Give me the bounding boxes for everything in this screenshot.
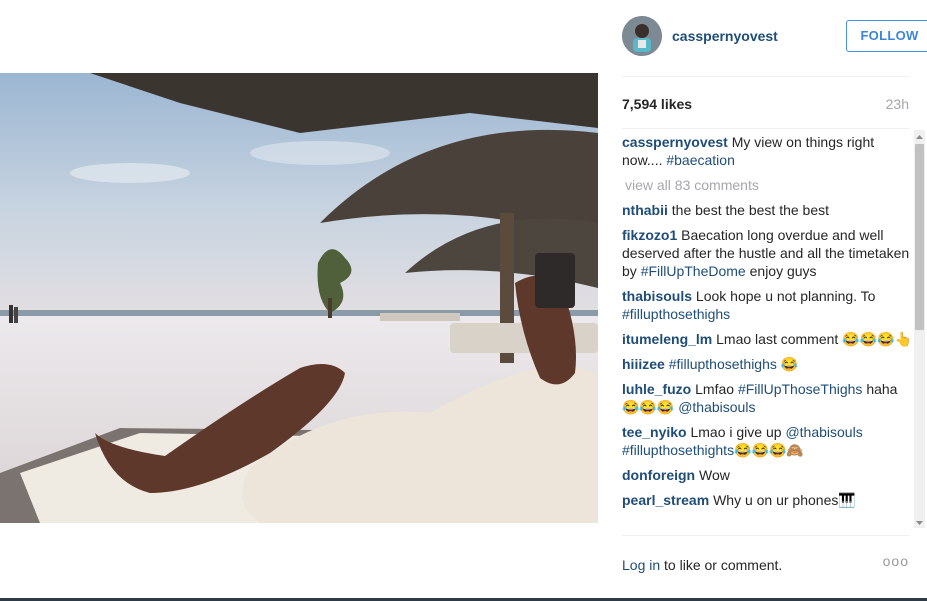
comment-item: donforeign Wow xyxy=(622,466,912,484)
footer-divider xyxy=(622,535,909,536)
view-all-comments-link[interactable]: view all 83 comments xyxy=(625,176,912,194)
comment-item: hiiizee #fillupthosethighs 😂 xyxy=(622,355,912,373)
comment-item: thabisouls Look hope u not planning. To … xyxy=(622,287,912,323)
comment-text: 😂😂😂🙈 xyxy=(734,442,804,458)
post-photo[interactable] xyxy=(0,73,598,523)
caption: casspernyovest My view on things right n… xyxy=(622,133,912,169)
comment-author[interactable]: pearl_stream xyxy=(622,492,709,508)
login-link[interactable]: Log in xyxy=(622,557,660,573)
header-divider xyxy=(622,76,909,77)
comment-item: pearl_stream Why u on ur phones🎹 xyxy=(622,491,912,509)
comment-author[interactable]: itumeleng_lm xyxy=(622,331,712,347)
comment-text: enjoy guys xyxy=(745,263,817,279)
follow-button[interactable]: FOLLOW xyxy=(846,20,927,52)
comments-list: casspernyovest My view on things right n… xyxy=(622,133,912,528)
hashtag-link[interactable]: #FillUpThoseThighs xyxy=(738,381,863,397)
comments-scrollbar[interactable] xyxy=(914,130,925,528)
post-time[interactable]: 23h xyxy=(886,96,909,112)
comment-text: Look hope u not planning. To xyxy=(695,288,876,304)
scrollbar-thumb[interactable] xyxy=(915,144,924,330)
comment-author[interactable]: donforeign xyxy=(622,467,695,483)
comment-item: itumeleng_lm Lmao last comment 😂😂😂👆 xyxy=(622,330,912,348)
comment-text: Lmao last comment 😂😂😂👆 xyxy=(716,331,912,347)
likes-count[interactable]: 7,594 likes xyxy=(622,96,692,112)
post-username[interactable]: casspernyovest xyxy=(672,28,778,44)
comment-author[interactable]: hiiizee xyxy=(622,356,665,372)
hashtag-link[interactable]: #fillupthosethighs xyxy=(622,306,730,322)
likes-divider xyxy=(622,128,909,129)
comment-text: Wow xyxy=(699,467,730,483)
login-prompt-text: to like or comment. xyxy=(660,557,783,573)
comment-item: nthabii the best the best the best xyxy=(622,201,912,219)
scroll-up-arrow-icon[interactable] xyxy=(914,130,925,142)
comment-author[interactable]: tee_nyiko xyxy=(622,424,687,440)
post-header: casspernyovest FOLLOW xyxy=(622,16,927,56)
scroll-down-arrow-icon[interactable] xyxy=(914,516,925,528)
comment-item: fikzozo1 Baecation long overdue and well… xyxy=(622,226,912,280)
hashtag-link[interactable]: #FillUpTheDome xyxy=(641,263,746,279)
comment-text: Lmao i give up xyxy=(690,424,786,440)
hashtag-link[interactable]: #fillupthosethighs xyxy=(669,356,777,372)
comment-author[interactable]: casspernyovest xyxy=(622,134,728,150)
comment-text: 😂 xyxy=(776,356,799,372)
comment-author[interactable]: luhle_fuzo xyxy=(622,381,691,397)
mention-link[interactable]: @thabisouls xyxy=(678,399,755,415)
hashtag-link[interactable]: #baecation xyxy=(666,152,735,168)
comment-text: the best the best the best xyxy=(671,202,830,218)
mention-link[interactable]: @thabisouls xyxy=(785,424,862,440)
comment-author[interactable]: nthabii xyxy=(622,202,668,218)
comment-item: tee_nyiko Lmao i give up @thabisouls #fi… xyxy=(622,423,912,459)
comment-author[interactable]: fikzozo1 xyxy=(622,227,677,243)
hashtag-link[interactable]: #fillupthosethights xyxy=(622,442,734,458)
comment-item: luhle_fuzo Lmfao #FillUpThoseThighs haha… xyxy=(622,380,912,416)
avatar[interactable] xyxy=(622,16,662,56)
login-prompt: Log in to like or comment. xyxy=(622,557,782,573)
post-sidebar: casspernyovest FOLLOW 7,594 likes 23h ca… xyxy=(598,0,927,601)
more-options-icon[interactable]: ooo xyxy=(883,553,909,569)
comment-author[interactable]: thabisouls xyxy=(622,288,692,304)
comment-text: Lmfao xyxy=(695,381,738,397)
comment-text: Why u on ur phones🎹 xyxy=(713,492,856,508)
